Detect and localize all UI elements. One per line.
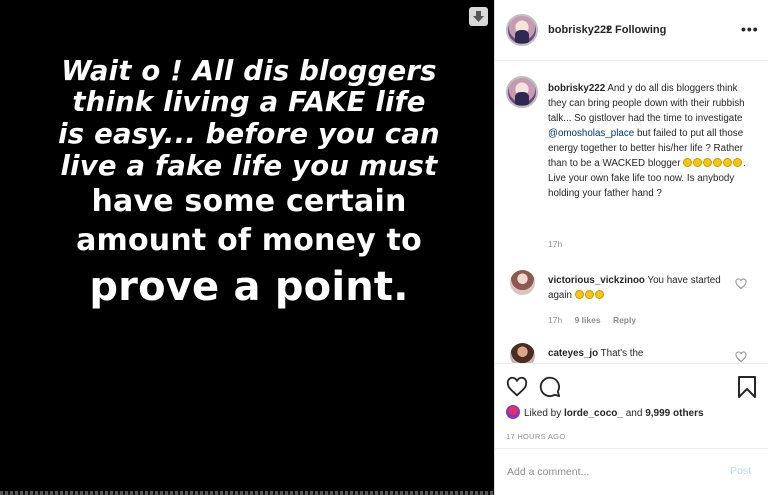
post-text-line: is easy... before you can (58, 118, 440, 150)
post-text-line: amount of money to (76, 223, 422, 258)
emoji-row (574, 290, 605, 301)
post-text-line: Wait o ! All dis bloggers (61, 55, 437, 87)
laughing-emoji-icon (574, 290, 584, 299)
download-icon[interactable] (469, 7, 488, 26)
post-text-overlay: Wait o ! All dis bloggers think living a… (14, 56, 484, 313)
image-bottom-strip (0, 491, 494, 495)
laughing-emoji-icon (713, 158, 723, 167)
laughing-emoji-icon (733, 158, 743, 167)
reply-button[interactable]: Reply (613, 315, 636, 325)
bookmark-icon[interactable] (737, 376, 757, 398)
avatar[interactable] (506, 14, 538, 46)
add-comment-bar: Post (495, 448, 768, 495)
header-username[interactable]: bobrisky222 (548, 24, 612, 36)
separator-dot: • (606, 23, 610, 35)
liked-by-and: and (625, 408, 643, 419)
likes-count[interactable]: 9,999 others (645, 408, 703, 419)
heart-icon[interactable] (735, 278, 747, 290)
post-text-line: prove a point. (89, 264, 409, 310)
comment-text: cateyes_jo That's the (548, 346, 730, 361)
post-text-line: think living a FAKE life (72, 86, 426, 118)
comment-likes[interactable]: 9 likes (575, 315, 601, 325)
laughing-emoji-icon (703, 158, 713, 167)
post-header: bobrisky222 • Following ••• (495, 0, 768, 61)
post-button[interactable]: Post (730, 465, 751, 477)
laughing-emoji-icon (584, 290, 594, 299)
post-text-line: live a fake life you must (60, 150, 438, 182)
comment-item: victorious_vickzinoo You have started ag… (495, 264, 768, 344)
laughing-emoji-icon (723, 158, 733, 167)
emoji-row (683, 158, 743, 169)
more-options-icon[interactable]: ••• (741, 22, 759, 36)
comment-body: That's the (600, 348, 644, 359)
post-side-panel: bobrisky222 • Following ••• bobrisky222 … (494, 0, 768, 495)
caption-username[interactable]: bobrisky222 (548, 83, 605, 94)
comment-timestamp[interactable]: 17h (548, 315, 562, 325)
comment-username[interactable]: victorious_vickzinoo (548, 275, 645, 286)
avatar[interactable] (510, 343, 535, 363)
comment-meta: 17h 9 likes Reply (548, 315, 646, 325)
post-text-line: have some certain (91, 184, 407, 219)
caption-text: bobrisky222 And y do all dis bloggers th… (548, 81, 756, 201)
post-timestamp[interactable]: 17 HOURS AGO (506, 432, 565, 441)
liked-by-prefix: Liked by (524, 408, 562, 419)
laughing-emoji-icon (594, 290, 604, 299)
comment-icon[interactable] (539, 376, 561, 398)
laughing-emoji-icon (693, 158, 703, 167)
avatar[interactable] (506, 76, 538, 108)
liked-by: Liked by lorde_coco_ and 9,999 others (506, 405, 704, 419)
mention-link[interactable]: @omosholas_place (548, 128, 634, 139)
following-button[interactable]: Following (615, 24, 666, 36)
laughing-emoji-icon (683, 158, 693, 167)
comment-input[interactable] (507, 462, 717, 482)
comment-item: cateyes_jo That's the (495, 337, 768, 363)
caption-timestamp[interactable]: 17h (548, 239, 562, 249)
post-image[interactable]: Wait o ! All dis bloggers think living a… (0, 0, 494, 495)
liked-by-user[interactable]: lorde_coco_ (564, 408, 623, 419)
comment-text: victorious_vickzinoo You have started ag… (548, 273, 730, 303)
heart-icon[interactable] (506, 376, 528, 398)
avatar (506, 405, 520, 419)
avatar[interactable] (510, 270, 535, 295)
comments-list[interactable]: bobrisky222 And y do all dis bloggers th… (495, 61, 768, 363)
comment-username[interactable]: cateyes_jo (548, 348, 598, 359)
heart-icon[interactable] (735, 351, 747, 363)
